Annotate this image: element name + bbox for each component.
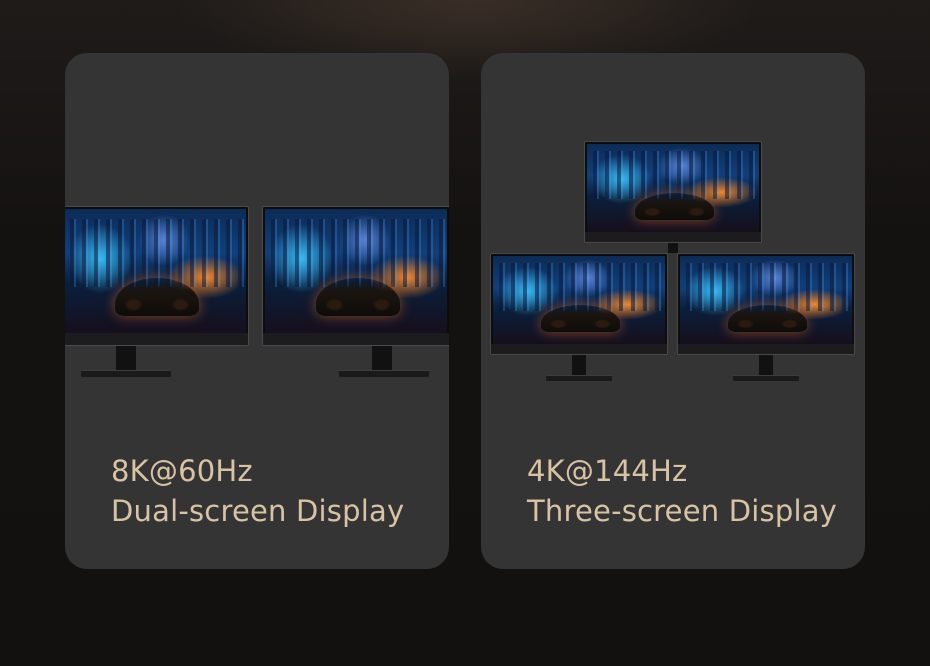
dual-screen-card: 8K@60Hz Dual-screen Display — [65, 53, 449, 569]
monitor-icon — [65, 206, 249, 381]
display-mode-label: Three-screen Display — [527, 494, 838, 528]
display-mode-label: Dual-screen Display — [111, 494, 405, 528]
caption: 8K@60Hz Dual-screen Display — [111, 451, 404, 531]
monitor-icon — [262, 206, 449, 381]
resolution-label: 8K@60Hz — [111, 454, 253, 488]
three-screen-card: 4K@144Hz Three-screen Display — [481, 53, 865, 569]
resolution-label: 4K@144Hz — [527, 454, 688, 488]
caption: 4K@144Hz Three-screen Display — [527, 451, 837, 531]
monitor-icon — [677, 253, 855, 383]
monitor-icon — [584, 141, 762, 253]
monitor-icon — [490, 253, 668, 383]
